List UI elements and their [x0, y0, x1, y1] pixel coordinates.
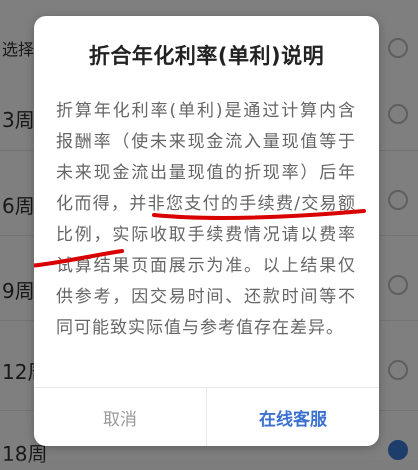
dialog-body-text: 折算年化利率(单利)是通过计算内含报酬率（使未来现金流入量现值等于未来现金流出量… [56, 101, 356, 338]
info-dialog: 折合年化利率(单利)说明 折算年化利率(单利)是通过计算内含报酬率（使未来现金流… [34, 16, 379, 446]
online-service-button[interactable]: 在线客服 [207, 388, 379, 446]
dialog-title: 折合年化利率(单利)说明 [88, 44, 325, 68]
cancel-button[interactable]: 取消 [34, 388, 206, 446]
dialog-footer: 取消 在线客服 [34, 387, 379, 446]
